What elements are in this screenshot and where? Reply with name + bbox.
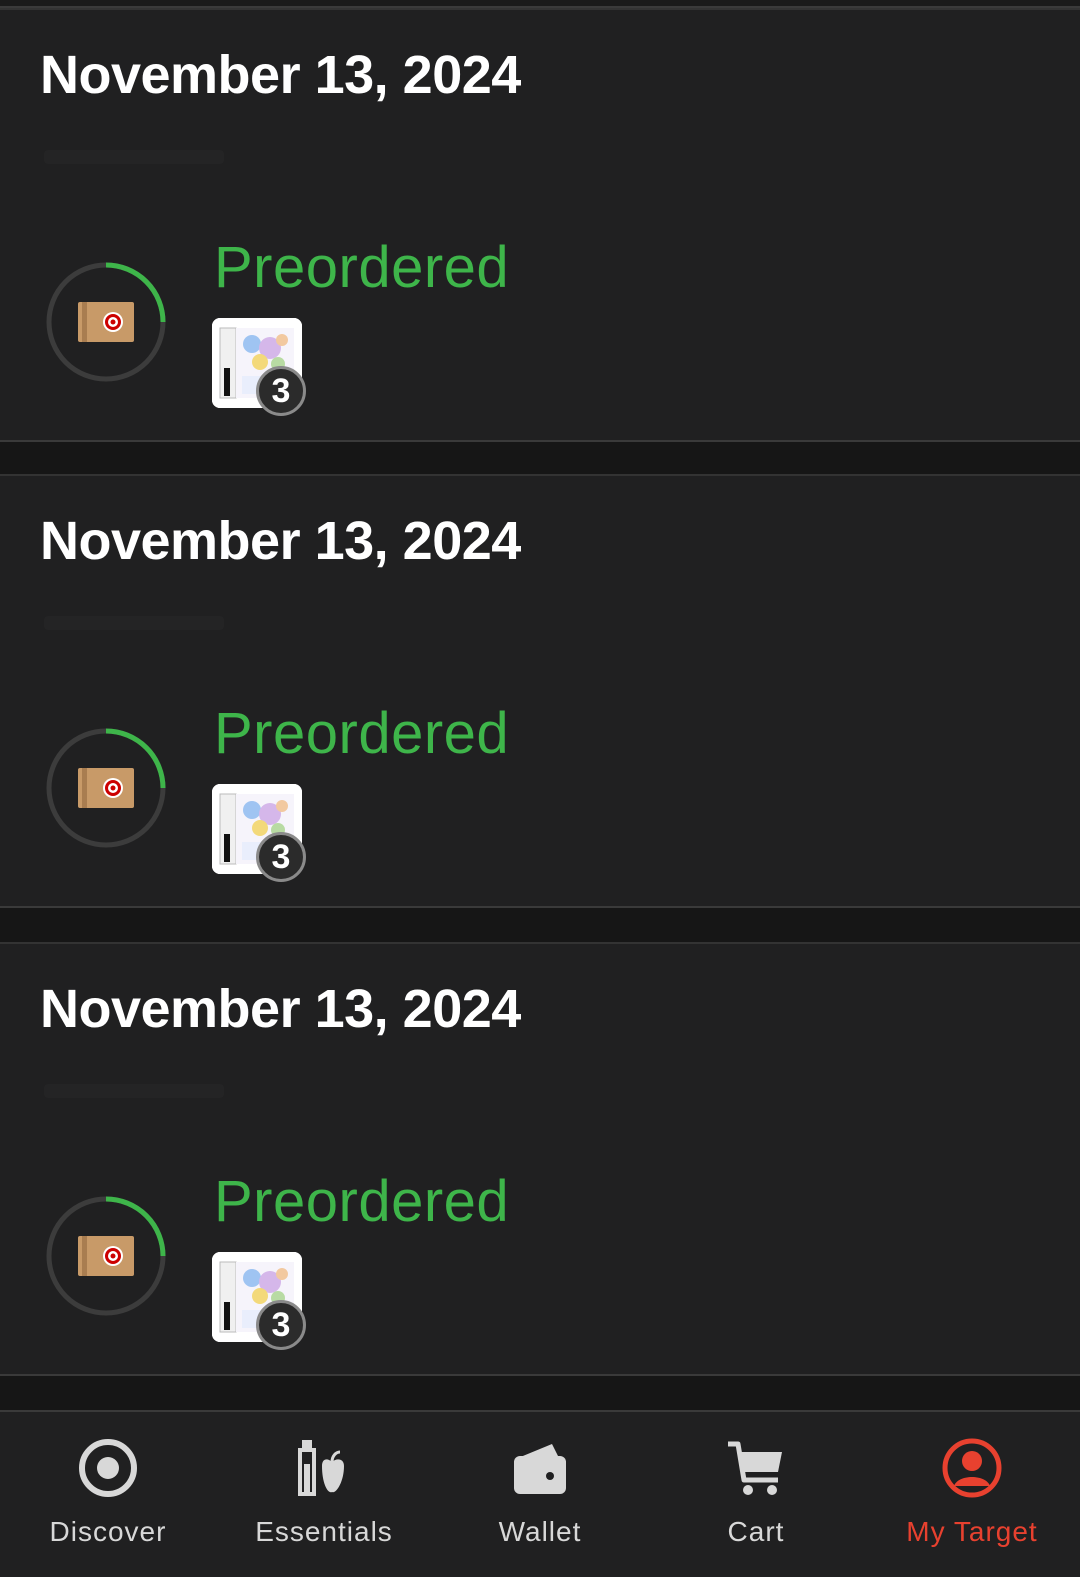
bullseye-icon xyxy=(79,1439,137,1497)
quantity-badge: 3 xyxy=(256,1300,306,1350)
bottle-apple-icon xyxy=(298,1440,344,1496)
order-card[interactable]: November 13, 2024 Preordered 3 xyxy=(0,474,1080,908)
tab-label: Essentials xyxy=(255,1516,393,1547)
quantity-badge: 3 xyxy=(256,832,306,882)
wallet-icon xyxy=(514,1444,566,1494)
redacted-text xyxy=(44,1084,224,1098)
order-status: Preordered xyxy=(214,1169,510,1234)
package-icon xyxy=(78,302,134,342)
order-date: November 13, 2024 xyxy=(40,45,521,105)
tab-label: Wallet xyxy=(498,1516,582,1547)
progress-ring-icon xyxy=(46,728,166,848)
top-edge xyxy=(0,0,1080,8)
progress-ring-icon xyxy=(46,1196,166,1316)
tab-label: Discover xyxy=(49,1516,167,1547)
tab-cart[interactable]: Cart xyxy=(648,1412,864,1577)
order-card[interactable]: November 13, 2024 Preordered 3 xyxy=(0,8,1080,442)
order-status: Preordered xyxy=(214,701,510,766)
redacted-text xyxy=(44,616,224,630)
tab-wallet[interactable]: Wallet xyxy=(432,1412,648,1577)
profile-icon xyxy=(942,1438,1002,1498)
tab-essentials[interactable]: Essentials xyxy=(216,1412,432,1577)
package-icon xyxy=(78,1236,134,1276)
redacted-text xyxy=(44,150,224,164)
order-date: November 13, 2024 xyxy=(40,511,521,571)
tab-label: Cart xyxy=(727,1516,785,1547)
package-icon xyxy=(78,768,134,808)
order-status: Preordered xyxy=(214,235,510,300)
order-date: November 13, 2024 xyxy=(40,979,521,1039)
progress-ring-icon xyxy=(46,262,166,382)
tab-label: My Target xyxy=(906,1516,1038,1547)
order-card[interactable]: November 13, 2024 Preordered 3 xyxy=(0,942,1080,1376)
tab-my-target[interactable]: My Target xyxy=(864,1412,1080,1577)
quantity-badge: 3 xyxy=(256,366,306,416)
tab-discover[interactable]: Discover xyxy=(0,1412,216,1577)
bottom-tab-bar: Discover Essentials Wallet Cart My Targe… xyxy=(0,1410,1080,1577)
orders-screen: November 13, 2024 Preordered 3 November … xyxy=(0,0,1080,1577)
cart-icon xyxy=(728,1441,782,1495)
